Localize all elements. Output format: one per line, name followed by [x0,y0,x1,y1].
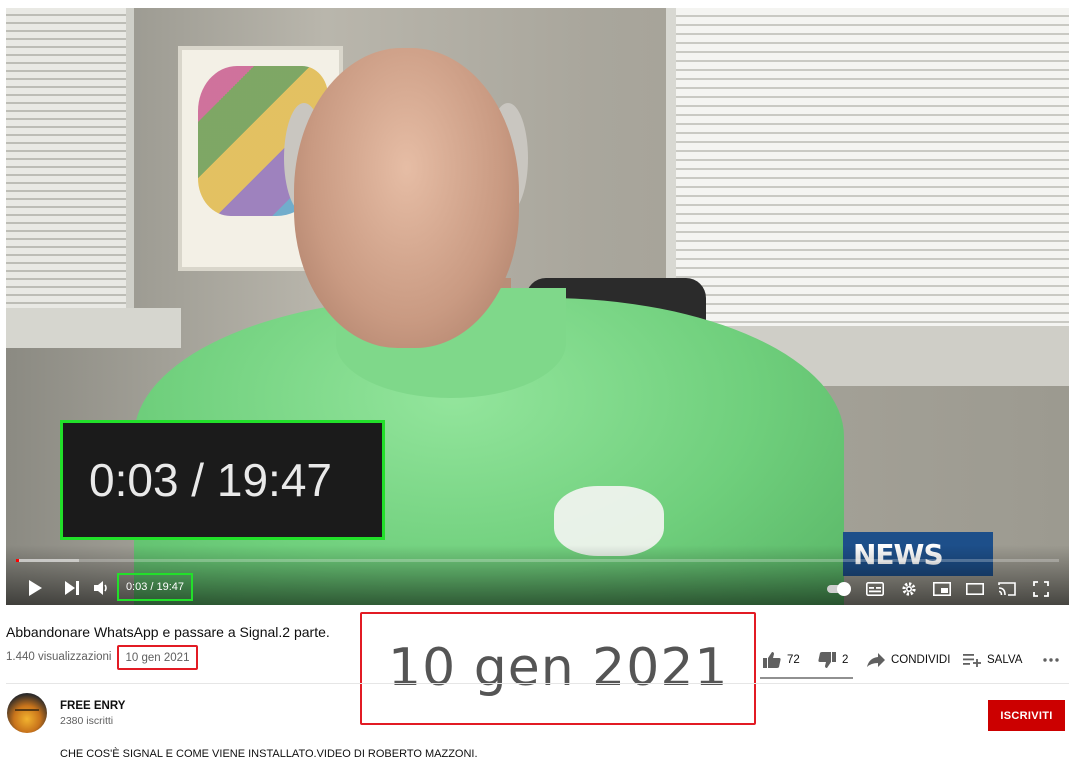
play-icon [29,580,42,596]
fullscreen-button[interactable] [1030,577,1052,601]
next-button[interactable] [62,576,82,600]
time-display: 0:03 / 19:47 [117,573,193,601]
dislike-button[interactable]: 2 [818,647,848,673]
publish-date: 10 gen 2021 [117,645,198,670]
save-button[interactable]: SALVA [963,647,1022,673]
theater-icon [966,583,984,595]
miniplayer-button[interactable] [931,577,953,601]
window-blinds-right [666,8,1069,333]
share-icon [867,653,885,667]
progress-played [16,559,20,562]
like-ratio-bar [760,677,853,679]
share-button[interactable]: CONDIVIDI [867,647,950,673]
channel-name[interactable]: FREE ENRY [60,700,125,712]
more-icon [1043,658,1059,662]
more-actions-button[interactable] [1043,647,1059,673]
subtitles-icon [866,582,884,596]
channel-avatar[interactable] [7,693,47,733]
miniplayer-icon [933,582,951,596]
subtitles-button[interactable] [864,577,886,601]
cast-button[interactable] [996,577,1018,601]
video-player[interactable]: NEWS 0:03 / 19:47 0:03 / 19:47 [6,8,1069,605]
thumbs-down-icon [818,652,836,668]
progress-bar[interactable] [16,559,1059,562]
view-count: 1.440 visualizzazioni [6,651,112,663]
autoplay-toggle[interactable] [827,582,851,596]
thumbs-up-icon [763,652,781,668]
fullscreen-icon [1033,581,1049,597]
volume-icon [94,581,107,595]
video-title: Abbandonare WhatsApp e passare a Signal.… [6,624,330,640]
settings-button[interactable] [898,577,920,601]
volume-button[interactable] [92,576,112,600]
subscribe-button[interactable]: ISCRIVITI [988,700,1065,731]
video-description: CHE COS'È SIGNAL E COME VIENE INSTALLATO… [60,748,478,760]
window-blinds-left [6,8,134,308]
date-zoom-inset: 10 gen 2021 [360,612,756,725]
next-icon [65,581,79,595]
subscriber-count: 2380 iscritti [60,715,114,727]
gear-icon [902,582,916,596]
play-button[interactable] [24,576,46,600]
time-zoom-inset: 0:03 / 19:47 [60,420,385,540]
playlist-add-icon [963,654,981,667]
progress-buffered [16,559,79,562]
theater-button[interactable] [964,577,986,601]
section-divider [6,683,1069,684]
like-button[interactable]: 72 [763,647,800,673]
presenter-head [294,48,519,348]
cast-icon [998,582,1016,596]
